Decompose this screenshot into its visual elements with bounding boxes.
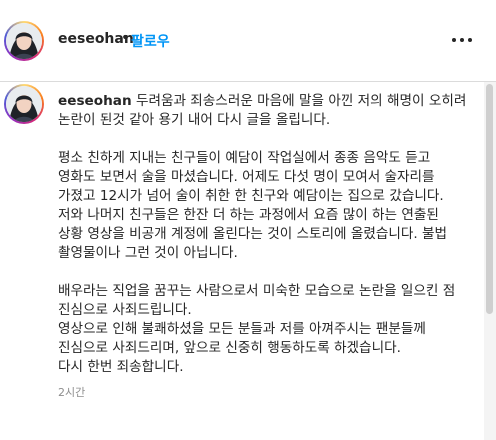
profile-photo-icon [6, 86, 42, 122]
more-options-icon[interactable] [452, 36, 472, 44]
post-caption: eeseohan 두려움과 죄송스러운 마음에 말을 아낀 저의 해명이 오히려… [58, 92, 468, 377]
scrollbar-thumb[interactable] [486, 84, 493, 314]
follow-button[interactable]: 팔로우 [131, 31, 170, 51]
caption-text: 두려움과 죄송스러운 마음에 말을 아낀 저의 해명이 오히려 논란이 된것 같… [58, 93, 467, 375]
separator-dot: • [121, 30, 130, 46]
avatar[interactable] [4, 21, 44, 61]
post-timestamp[interactable]: 2시간 [58, 384, 85, 400]
post-header: eeseohan • 팔로우 [0, 0, 496, 82]
profile-photo-icon [6, 23, 42, 59]
caption-avatar[interactable] [4, 84, 44, 124]
caption-username[interactable]: eeseohan [58, 93, 132, 109]
